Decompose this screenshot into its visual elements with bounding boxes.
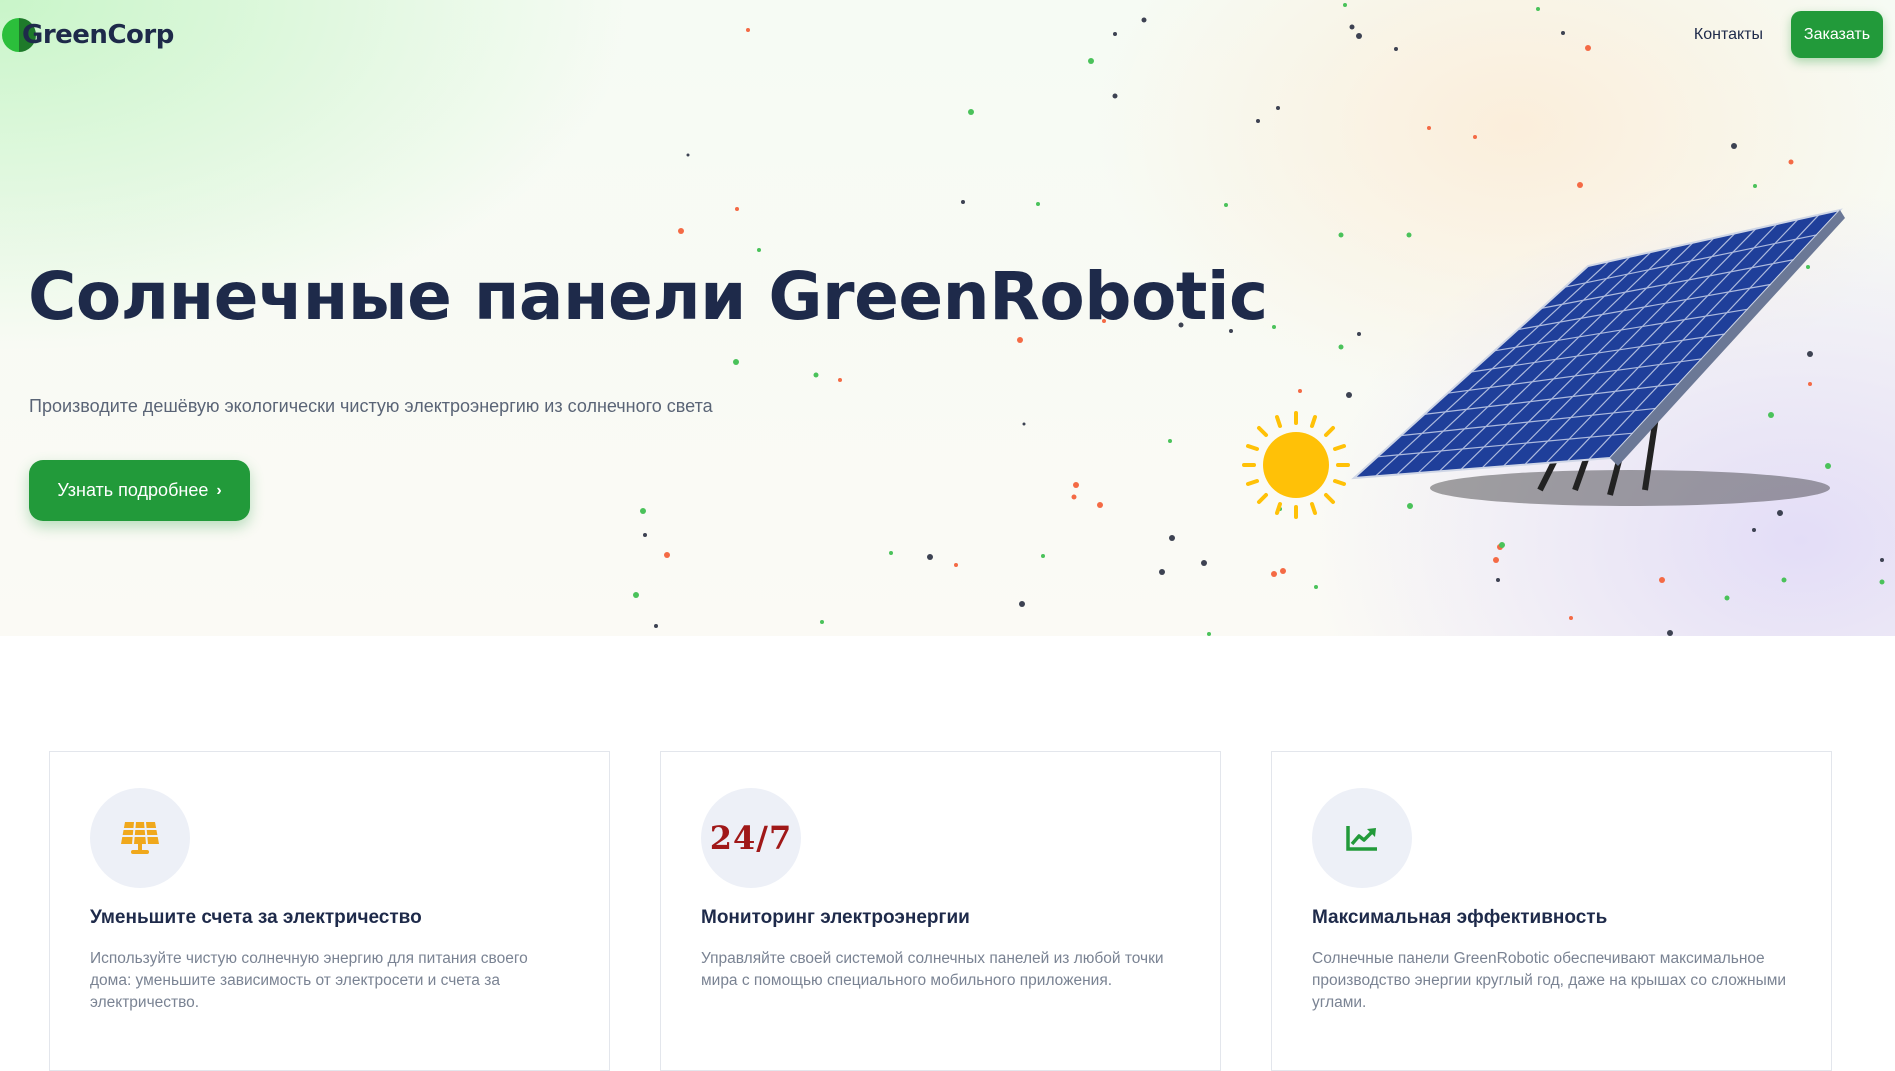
particle-dot <box>1097 502 1103 508</box>
chevron-right-icon: › <box>216 481 222 499</box>
particle-dot <box>961 200 965 204</box>
particle-dot <box>1022 422 1026 426</box>
particle-dot <box>1207 632 1211 636</box>
nav-link-contacts[interactable]: Контакты <box>1694 26 1763 44</box>
particle-dot <box>1159 569 1165 575</box>
particle-dot <box>1141 17 1147 23</box>
feature-card: Максимальная эффективность Солнечные пан… <box>1271 751 1832 1071</box>
particle-dot <box>1781 577 1787 583</box>
particle-dot <box>1088 58 1094 64</box>
particle-dot <box>1427 126 1431 130</box>
particle-dot <box>820 620 824 624</box>
solar-panel <box>1351 208 1843 480</box>
particle-dot <box>1019 601 1025 607</box>
particle-dot <box>733 359 739 365</box>
particle-dot <box>757 248 761 252</box>
hero-subtitle: Производите дешёвую экологически чистую … <box>29 396 713 416</box>
particle-dot <box>1201 560 1207 566</box>
sun-icon <box>1242 411 1350 519</box>
particle-dot <box>1880 558 1884 562</box>
features-section: Уменьшите счета за электричество Использ… <box>49 751 1833 1071</box>
feature-title: Максимальная эффективность <box>1312 907 1608 928</box>
hero-title: Солнечные панели GreenRobotic <box>28 258 1268 335</box>
feature-text: Используйте чистую солнечную энергию для… <box>90 950 528 1011</box>
particle-dot <box>1349 24 1355 30</box>
particle-dot <box>1496 578 1500 582</box>
particle-dot <box>1280 568 1286 574</box>
particle-dot <box>686 153 690 157</box>
feature-icon-circle: 24/7 <box>701 788 801 888</box>
particle-dot <box>1343 3 1347 7</box>
particle-dot <box>927 554 933 560</box>
particle-dot <box>1256 119 1260 123</box>
particle-dot <box>1314 585 1318 589</box>
particle-dot <box>1041 554 1045 558</box>
particle-dot <box>1271 571 1277 577</box>
feature-title: Мониторинг электроэнергии <box>701 907 970 928</box>
particle-dot <box>1276 106 1280 110</box>
logo[interactable]: GreenCorp <box>2 18 174 52</box>
particle-dot <box>640 508 646 514</box>
feature-card: Уменьшите счета за электричество Использ… <box>49 751 610 1071</box>
particle-dot <box>746 28 750 32</box>
learn-more-button[interactable]: Узнать подробнее › <box>29 460 250 521</box>
particle-dot <box>1667 630 1673 636</box>
particle-dot <box>1356 33 1362 39</box>
panel-shadow <box>1430 470 1830 506</box>
particle-dot <box>633 592 639 598</box>
order-button[interactable]: Заказать <box>1791 11 1883 58</box>
particle-dot <box>678 228 684 234</box>
particle-dot <box>1168 439 1172 443</box>
particle-dot <box>838 378 842 382</box>
particle-dot <box>1879 579 1885 585</box>
particle-dot <box>1731 143 1737 149</box>
particle-dot <box>1017 337 1023 343</box>
particle-dot <box>1499 542 1505 548</box>
particle-dot <box>1561 31 1565 35</box>
particle-dot <box>1112 93 1118 99</box>
particle-dot <box>968 109 974 115</box>
particle-dot <box>1585 45 1591 51</box>
particle-dot <box>1169 535 1175 541</box>
particle-dot <box>1394 47 1398 51</box>
feature-icon-circle <box>90 788 190 888</box>
particle-dot <box>1724 595 1730 601</box>
particle-dot <box>1473 135 1477 139</box>
particle-dot <box>1493 557 1499 563</box>
particle-dot <box>1224 203 1228 207</box>
feature-text: Солнечные панели GreenRobotic обеспечива… <box>1312 950 1787 1011</box>
particle-dot <box>735 207 739 211</box>
feature-icon-circle <box>1312 788 1412 888</box>
particle-dot <box>1113 32 1117 36</box>
particle-dot <box>1659 577 1665 583</box>
solar-panel-illustration <box>1242 208 1845 519</box>
particle-dot <box>954 563 958 567</box>
feature-text: Управляйте своей системой солнечных пане… <box>701 950 1164 989</box>
learn-more-label: Узнать подробнее <box>57 480 209 500</box>
particle-dot <box>1569 616 1573 620</box>
particle-dot <box>654 624 658 628</box>
particle-dot <box>1071 494 1077 500</box>
logo-text: GreenCorp <box>22 20 174 50</box>
feature-card: 24/7 Мониторинг электроэнергии Управляйт… <box>660 751 1221 1071</box>
particle-dot <box>1788 159 1794 165</box>
top-nav: Контакты Заказать <box>1694 11 1883 58</box>
particle-dot <box>664 552 670 558</box>
particle-dot <box>1073 482 1079 488</box>
chart-line-icon <box>1346 826 1377 851</box>
solar-panel-icon <box>121 821 159 854</box>
particle-dot <box>1577 182 1583 188</box>
hero-section: GreenCorp Контакты Заказать Солнечные па… <box>0 0 1895 636</box>
particle-dot <box>1036 202 1040 206</box>
particle-dot <box>813 372 819 378</box>
particle-dot <box>889 551 893 555</box>
particle-dot <box>1536 7 1540 11</box>
24-7-icon: 24/7 <box>709 819 793 857</box>
particle-dot <box>1753 184 1757 188</box>
feature-title: Уменьшите счета за электричество <box>90 907 422 928</box>
particle-dot <box>643 533 647 537</box>
